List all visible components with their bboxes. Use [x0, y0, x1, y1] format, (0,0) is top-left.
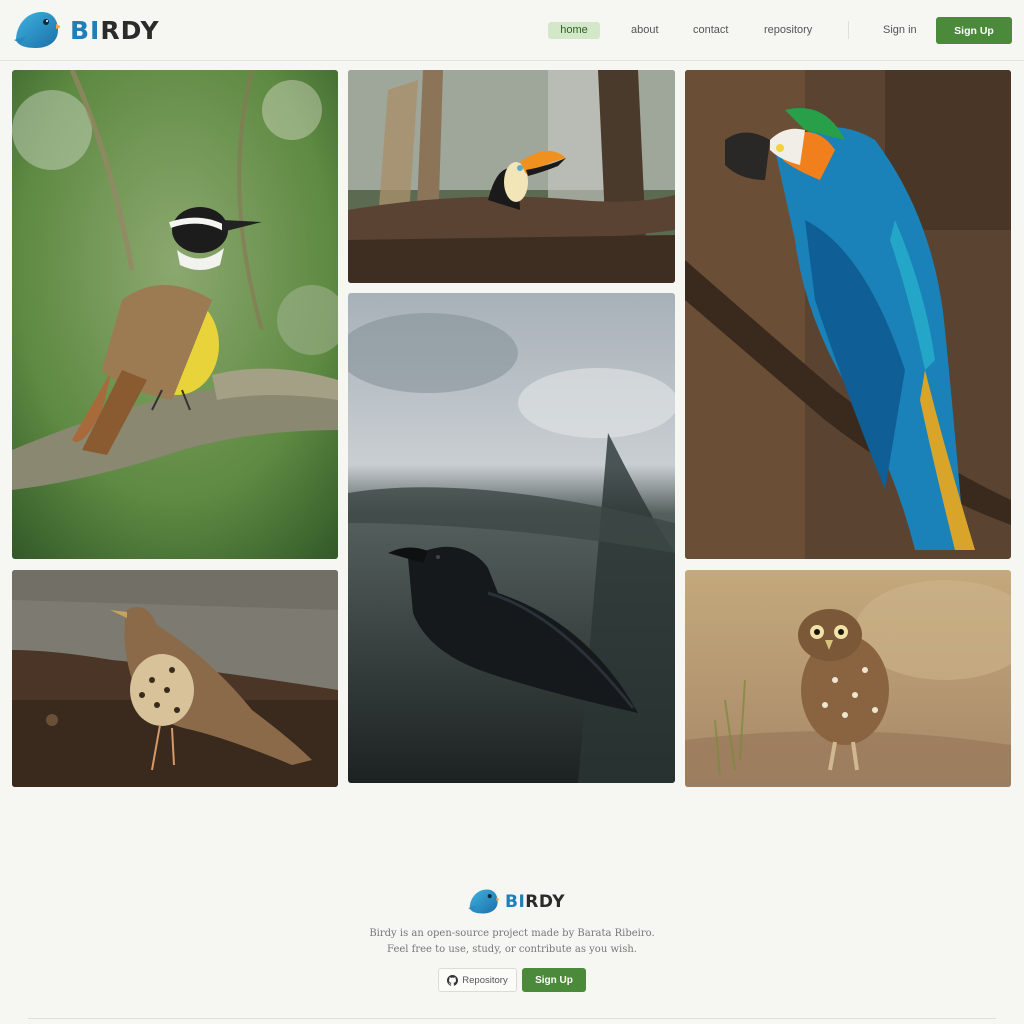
nav-item-about[interactable]: about	[631, 22, 659, 39]
gallery-photo-macaw[interactable]	[685, 70, 1011, 559]
github-icon	[447, 974, 459, 986]
signin-link[interactable]: Sign in	[883, 22, 917, 39]
brand-logo-link[interactable]: BIRDY	[12, 10, 160, 50]
top-navigation-bar: BIRDY home about contact repository Sign…	[0, 0, 1024, 61]
gallery-photo-toucan[interactable]	[348, 70, 675, 283]
nav-item-home[interactable]: home	[548, 22, 600, 39]
footer-tagline-line2: Feel free to use, study, or contribute a…	[387, 944, 637, 955]
footer-brand-name: BIRDY	[505, 892, 565, 912]
footer-repository-label: Repository	[462, 974, 508, 986]
owl-photo-image	[685, 570, 1011, 787]
nav-divider	[848, 21, 849, 39]
brand-name-rest: RDY	[100, 15, 160, 45]
macaw-photo-image	[685, 70, 1011, 559]
brand-name-accent: BI	[70, 15, 101, 45]
nav-item-contact[interactable]: contact	[693, 22, 728, 39]
footer-brand-name-rest: RDY	[525, 891, 566, 912]
kiskadee-photo-image	[12, 70, 338, 559]
footer-divider	[28, 1018, 996, 1019]
signup-button[interactable]: Sign Up	[936, 17, 1012, 44]
brand-name: BIRDY	[70, 16, 160, 45]
bird-logo-icon	[468, 889, 499, 914]
footer-signup-button[interactable]: Sign Up	[522, 968, 586, 992]
raven-photo-image	[348, 293, 675, 783]
footer-brand-name-accent: BI	[505, 891, 526, 912]
gallery-photo-raven[interactable]	[348, 293, 675, 783]
footer-brand-logo: BIRDY	[467, 888, 565, 915]
gallery-photo-owl[interactable]	[685, 570, 1011, 787]
bird-logo-icon	[14, 12, 60, 48]
gallery-photo-thrush[interactable]	[12, 570, 338, 787]
footer-tagline-line1: Birdy is an open-source project made by …	[369, 928, 655, 939]
gallery-photo-kiskadee[interactable]	[12, 70, 338, 559]
toucan-photo-image	[348, 70, 675, 283]
nav-item-repository[interactable]: repository	[764, 22, 812, 39]
thrush-photo-image	[12, 570, 338, 787]
footer-repository-button[interactable]: Repository	[438, 968, 517, 992]
